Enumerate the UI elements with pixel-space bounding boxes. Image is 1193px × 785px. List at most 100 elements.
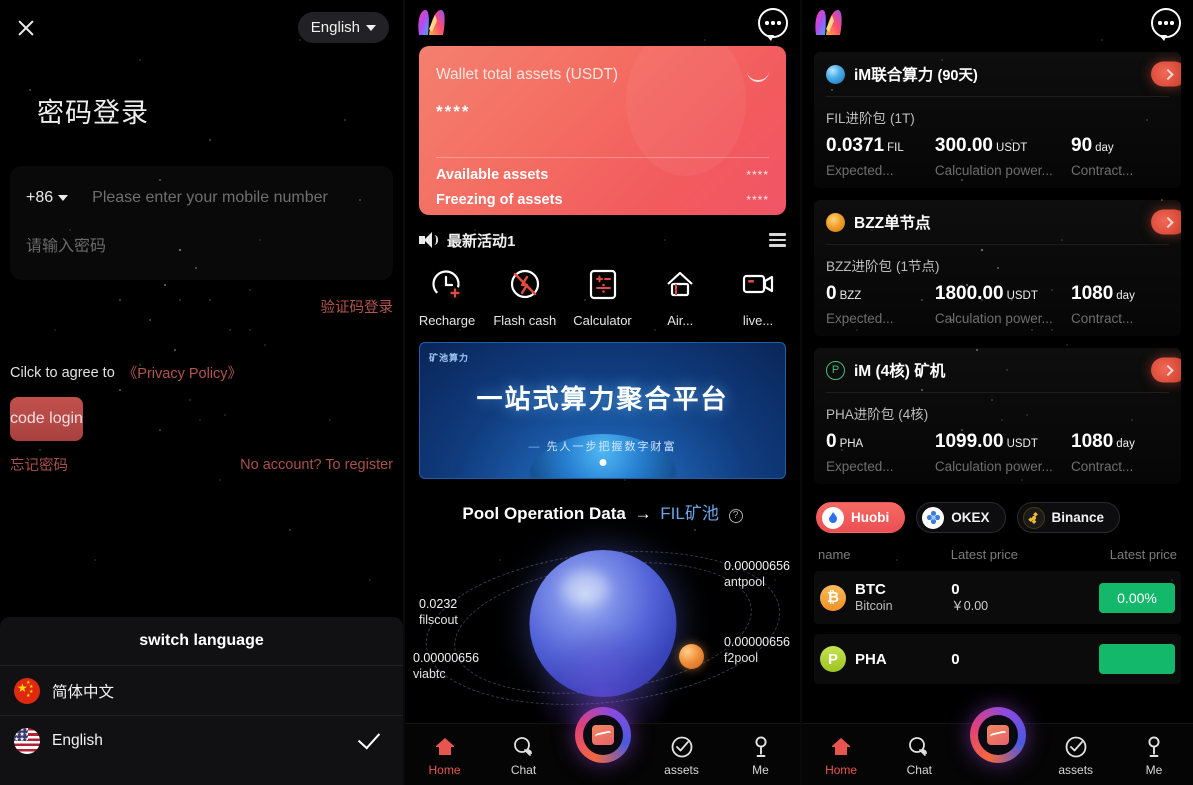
mining-product-card[interactable]: iM联合算力 (90天) FIL进阶包 (1T) 0.0371 FIL Expec… [814, 52, 1181, 188]
pool-label-filscout: 0.0232 filscout [419, 596, 458, 628]
tab-center-spacer [958, 777, 1036, 785]
privacy-policy-link[interactable]: 《Privacy Policy》 [123, 362, 242, 383]
announcement-bar[interactable]: 最新活动1 [419, 227, 786, 253]
language-switch-sheet: switch language ★★★★★ 简体中文 ★★★★★★★★★★★★ … [0, 617, 403, 785]
fab-chart-glyph [986, 725, 1009, 745]
price-cell: 0 [951, 651, 1077, 668]
quick-action-label: Air... [667, 313, 694, 328]
tab-me[interactable]: Me [1115, 735, 1193, 785]
product-stats: 0.0371 FIL Expected... 300.00 USDT Calcula… [814, 127, 1181, 188]
stat-number: 1080 [1071, 431, 1114, 452]
stat-number: 1800.00 [934, 283, 1004, 304]
tab-assets[interactable]: assets [642, 735, 721, 785]
product-stats: 0 BZZ Expected... 1800.00 USDT Calculation… [814, 275, 1181, 336]
quick-action-recharge[interactable]: Recharge [411, 265, 483, 328]
eye-off-icon[interactable] [747, 68, 769, 82]
language-selector-button[interactable]: English [297, 12, 389, 43]
more-dots-icon[interactable] [1151, 8, 1181, 41]
product-stats: 0 PHA Expected... 1099.00 USDT Calculation… [814, 423, 1181, 484]
exchange-label: Binance [1051, 510, 1105, 525]
close-icon[interactable] [14, 16, 38, 40]
code-login-button[interactable]: code login [10, 397, 83, 441]
coin-text: BTC Bitcoin [855, 581, 893, 614]
stat-unit: USDT [996, 142, 1028, 154]
list-icon[interactable] [769, 233, 786, 247]
stat-calculation-power: 1099.00 USDT Calculation power... [935, 431, 1071, 474]
promo-banner[interactable]: 矿池算力 一站式算力聚合平台 先人一步把握数字财富 [419, 342, 786, 479]
exchange-tab-okex[interactable]: OKEX [916, 502, 1006, 533]
pool-chip-label[interactable]: FIL矿池 [660, 504, 719, 523]
tab-home[interactable]: Home [405, 735, 484, 785]
profile-icon [1142, 735, 1166, 759]
language-option-chinese[interactable]: ★ ★ ★ ★ ★ 简体中文 [0, 665, 403, 715]
mining-product-card[interactable]: BZZ单节点 BZZ进阶包 (1节点) 0 BZZ Expected... 18… [814, 200, 1181, 336]
tab-chat[interactable]: Chat [880, 735, 958, 785]
tab-label: assets [1058, 763, 1094, 777]
language-option-english[interactable]: ★★★★★★★★★★★★ English [0, 715, 403, 765]
exchange-tab-binance[interactable]: Binance [1016, 502, 1121, 533]
carousel-dot[interactable] [599, 459, 606, 466]
forgot-password-link[interactable]: 忘记密码 [10, 454, 68, 475]
tab-home[interactable]: Home [802, 735, 880, 785]
login-content: English 密码登录 +86 验证码登录 [0, 0, 403, 617]
app-logo-icon [812, 7, 846, 39]
chevron-right-icon[interactable] [1151, 61, 1181, 87]
stat-value: 1800.00 USDT [935, 283, 1071, 305]
fab-inner [582, 715, 623, 755]
check-icon [357, 726, 381, 750]
stat-unit: USDT [1006, 290, 1038, 302]
sms-login-link[interactable]: 验证码登录 [0, 296, 394, 317]
wallet-total-assets-card[interactable]: Wallet total assets (USDT) **** Availabl… [419, 46, 786, 215]
package-name: PHA进阶包 [826, 407, 895, 422]
chevron-right-icon[interactable] [1151, 209, 1181, 235]
tab-chat[interactable]: Chat [484, 735, 563, 785]
quick-action-calculator[interactable]: Calculator [567, 265, 639, 328]
password-input[interactable] [26, 238, 377, 256]
market-fab-icon[interactable] [969, 707, 1026, 763]
country-code-selector[interactable]: +86 [26, 189, 69, 207]
stat-unit: FIL [887, 142, 904, 154]
stat-contract: 90 day Contract... [1071, 135, 1169, 178]
stat-unit: day [1095, 142, 1114, 154]
stat-caption: Contract... [1071, 311, 1134, 326]
exchange-tab-huobi[interactable]: Huobi [816, 502, 906, 533]
pool-value: 0.00000656 [723, 559, 790, 573]
pool-name: viabtc [413, 667, 446, 681]
quick-action-live[interactable]: live... [722, 265, 794, 328]
product-title: iM (4核) 矿机 [854, 359, 945, 381]
quick-action-airdrop[interactable]: Air... [644, 265, 716, 328]
product-title-text: BZZ单节点 [854, 215, 931, 232]
pool-value: 0.0232 [419, 597, 458, 611]
product-title-suffix: (90天) [937, 68, 978, 84]
package-suffix: (1T) [890, 111, 915, 126]
tab-assets[interactable]: assets [1037, 735, 1115, 785]
question-icon[interactable]: ? [728, 509, 743, 523]
table-row[interactable]: P PHA 0 [814, 634, 1181, 684]
phone-input[interactable] [92, 189, 377, 207]
tab-center-spacer [563, 777, 642, 785]
recharge-icon [427, 265, 467, 305]
pool-label-viabtc: 0.00000656 viabtc [413, 650, 479, 682]
package-name: BZZ进阶包 [826, 259, 892, 274]
stat-caption: Calculation power... [934, 311, 1053, 326]
language-option-label: English [52, 731, 103, 749]
tab-me[interactable]: Me [721, 735, 800, 785]
stat-unit: PHA [839, 438, 864, 450]
tab-label: Chat [906, 763, 932, 777]
table-row[interactable]: ₿ BTC Bitcoin 0 ￥0.00 0.00% [814, 571, 1181, 624]
quick-action-label: Calculator [573, 313, 632, 328]
mining-product-card[interactable]: P iM (4核) 矿机 PHA进阶包 (4核) 0 PHA Expected..… [814, 348, 1181, 484]
quick-actions-row: Recharge Flash cash Calculator Air... li… [411, 265, 794, 328]
register-link[interactable]: No account? To register [240, 457, 393, 473]
quick-action-flash-cash[interactable]: Flash cash [489, 265, 561, 328]
stat-number: 90 [1071, 135, 1093, 156]
more-dots-icon[interactable] [758, 8, 788, 41]
coin-cell: ₿ BTC Bitcoin [820, 581, 951, 614]
fil-badge-icon [826, 64, 845, 84]
chevron-right-icon[interactable] [1151, 357, 1181, 383]
huobi-icon [822, 506, 844, 529]
divider [436, 157, 769, 158]
stat-value: 1080 day [1071, 431, 1169, 453]
price-value: 0 [951, 581, 960, 598]
market-fab-icon[interactable] [574, 707, 631, 763]
